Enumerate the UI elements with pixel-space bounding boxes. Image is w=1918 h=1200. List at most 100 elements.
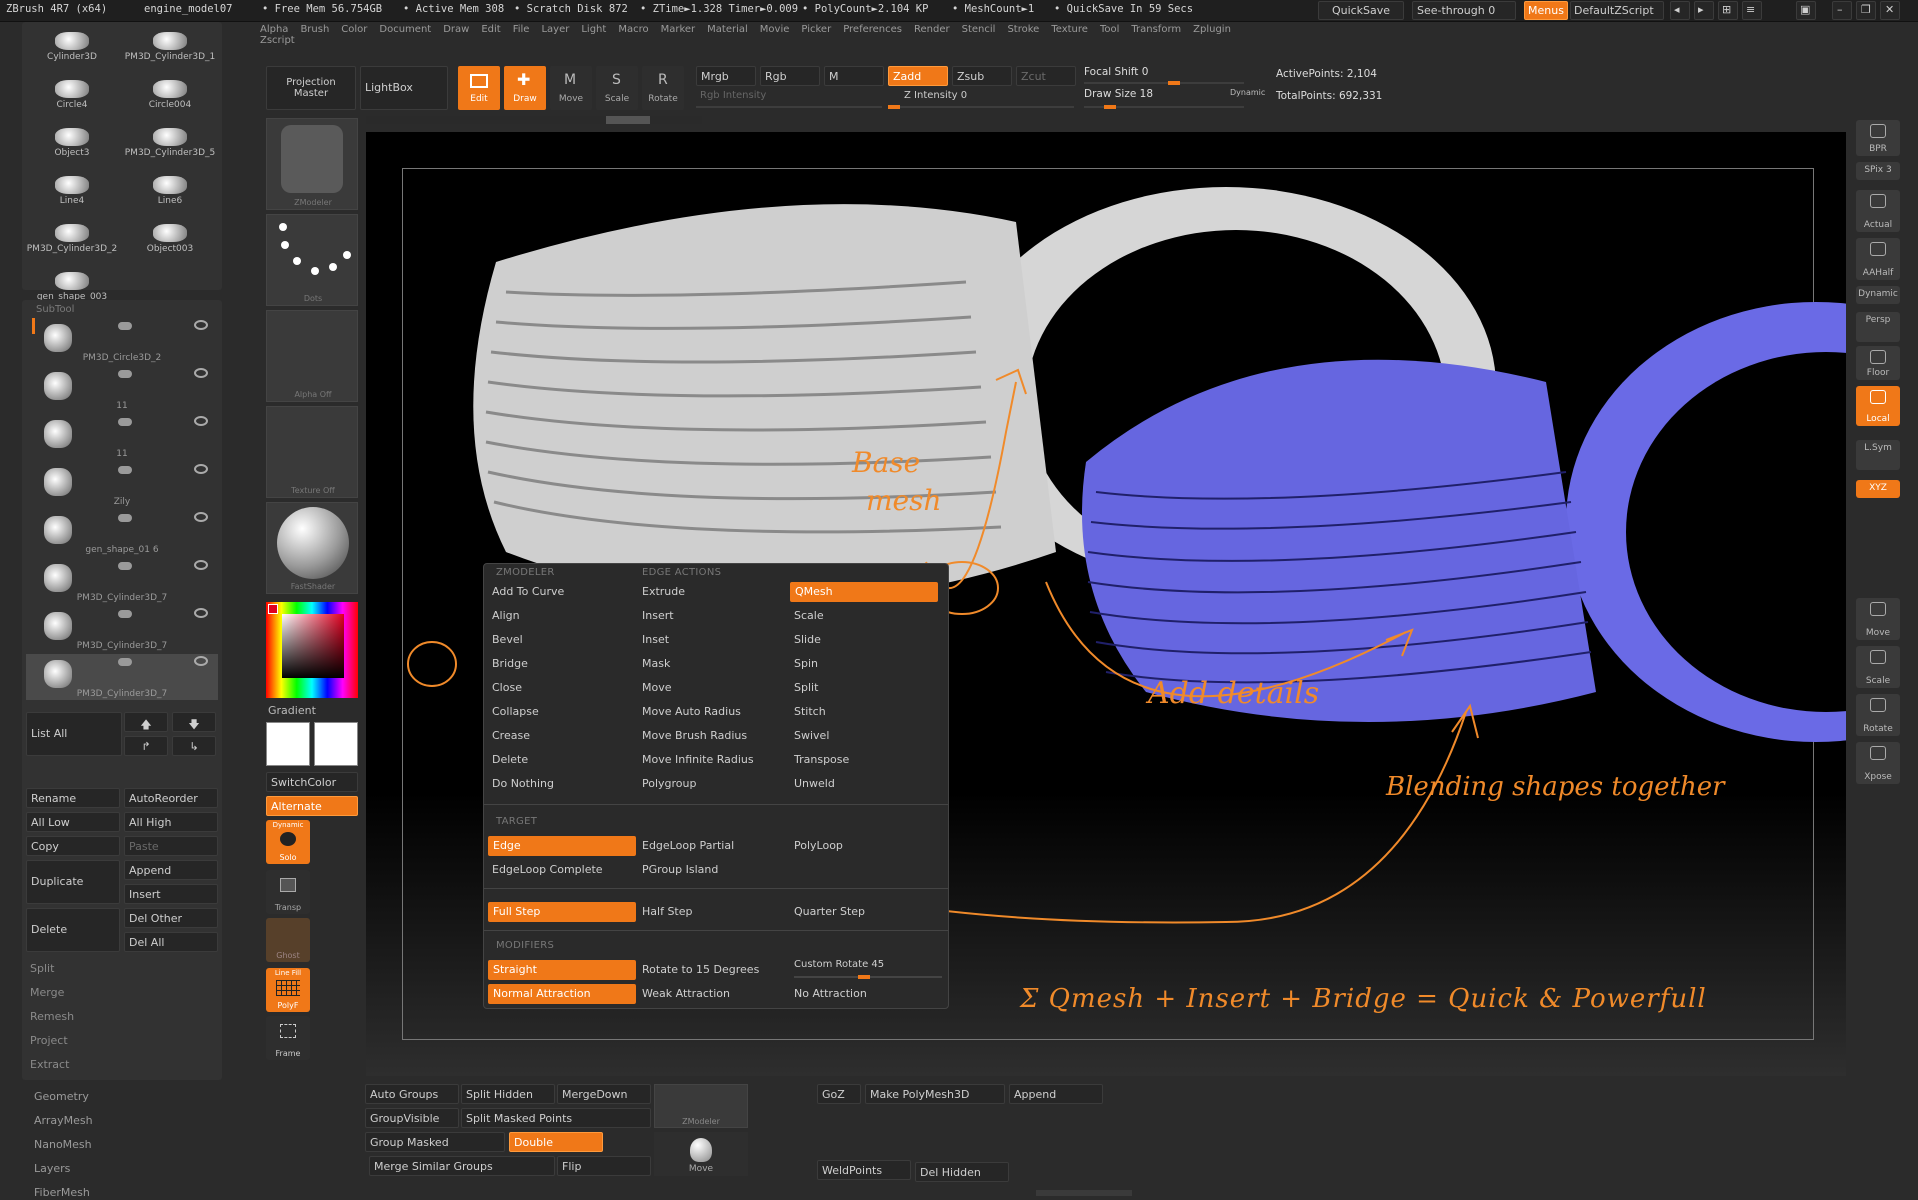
zmodeler-brush-thumb[interactable]: ZModeler bbox=[654, 1084, 748, 1128]
zmodeler-action-collapse[interactable]: Collapse bbox=[492, 705, 539, 718]
target-pgroup-island[interactable]: PGroup Island bbox=[642, 863, 718, 876]
menu-zplugin[interactable]: Zplugin bbox=[1193, 24, 1231, 35]
flip-button[interactable]: Flip bbox=[557, 1156, 651, 1176]
zmodeler-action-stitch[interactable]: Stitch bbox=[794, 705, 826, 718]
right-shelf-local[interactable]: Local bbox=[1856, 386, 1900, 426]
m-button[interactable]: M bbox=[824, 66, 884, 86]
menu-picker[interactable]: Picker bbox=[801, 24, 831, 35]
delete-button[interactable]: Delete bbox=[26, 908, 120, 952]
right-shelf-xyz[interactable]: XYZ bbox=[1856, 480, 1900, 498]
menu-marker[interactable]: Marker bbox=[661, 24, 696, 35]
menu-draw[interactable]: Draw bbox=[443, 24, 469, 35]
texture-slot[interactable]: Texture Off bbox=[266, 406, 358, 498]
zmodeler-brush-slot[interactable]: ZModeler bbox=[266, 118, 358, 210]
remesh-section[interactable]: Remesh bbox=[30, 1010, 74, 1023]
subtool-item[interactable]: Zily bbox=[26, 462, 218, 508]
menu-brush[interactable]: Brush bbox=[300, 24, 329, 35]
alternate-button[interactable]: Alternate bbox=[266, 796, 358, 816]
menu-stroke[interactable]: Stroke bbox=[1007, 24, 1039, 35]
weldpoints-button[interactable]: WeldPoints bbox=[817, 1160, 911, 1180]
autoreorder-button[interactable]: AutoReorder bbox=[124, 788, 218, 808]
secondary-color-swatch[interactable] bbox=[314, 722, 358, 766]
visibility-eye-icon[interactable] bbox=[194, 656, 208, 666]
move-out-icon[interactable]: ↳ bbox=[172, 736, 216, 756]
right-shelf-persp[interactable]: Persp bbox=[1856, 312, 1900, 342]
mergedown-button[interactable]: MergeDown bbox=[557, 1084, 651, 1104]
color-picker[interactable] bbox=[266, 602, 358, 698]
modifier-weak-attraction[interactable]: Weak Attraction bbox=[642, 987, 730, 1000]
menu-document[interactable]: Document bbox=[379, 24, 431, 35]
polypaint-toggle-icon[interactable] bbox=[118, 466, 132, 474]
prev-icon[interactable]: ◂ bbox=[1670, 1, 1690, 20]
rgb-button[interactable]: Rgb bbox=[760, 66, 820, 86]
active-color-swatch[interactable] bbox=[268, 604, 278, 614]
zsub-button[interactable]: Zsub bbox=[952, 66, 1012, 86]
menu-alpha[interactable]: Alpha bbox=[260, 24, 288, 35]
split-hidden-button[interactable]: Split Hidden bbox=[461, 1084, 555, 1104]
polypaint-toggle-icon[interactable] bbox=[118, 322, 132, 330]
copy-button[interactable]: Copy bbox=[26, 836, 120, 856]
subtool-header[interactable]: SubTool bbox=[36, 304, 74, 315]
half-step-option[interactable]: Half Step bbox=[642, 905, 692, 918]
stroke-dots-slot[interactable]: Dots bbox=[266, 214, 358, 306]
list-all-button[interactable]: List All bbox=[26, 712, 122, 756]
modifier-rotate-15[interactable]: Rotate to 15 Degrees bbox=[642, 963, 759, 976]
zmodeler-action-bevel[interactable]: Bevel bbox=[492, 633, 523, 646]
tool-thumb[interactable]: Line4 bbox=[24, 172, 120, 216]
right-shelf-xpose[interactable]: Xpose bbox=[1856, 742, 1900, 784]
all-high-button[interactable]: All High bbox=[124, 812, 218, 832]
tool-thumb[interactable]: PM3D_Cylinder3D_5 bbox=[122, 124, 218, 168]
switchcolor-button[interactable]: SwitchColor bbox=[266, 772, 358, 792]
right-shelf-dynamic[interactable]: Dynamic bbox=[1856, 286, 1900, 304]
lock-icon[interactable]: ▣ bbox=[1796, 1, 1816, 20]
move-in-icon[interactable]: ↱ bbox=[124, 736, 168, 756]
alpha-slot[interactable]: Alpha Off bbox=[266, 310, 358, 402]
project-section[interactable]: Project bbox=[30, 1034, 68, 1047]
duplicate-button[interactable]: Duplicate bbox=[26, 860, 120, 904]
solo-button[interactable]: Dynamic Solo bbox=[266, 820, 310, 864]
zmodeler-action-delete[interactable]: Delete bbox=[492, 753, 528, 766]
menu-edit[interactable]: Edit bbox=[481, 24, 500, 35]
visibility-eye-icon[interactable] bbox=[194, 320, 208, 330]
target-edgeloop-partial[interactable]: EdgeLoop Partial bbox=[642, 839, 734, 852]
subtool-item[interactable]: PM3D_Circle3D_2 bbox=[26, 318, 218, 364]
insert-button[interactable]: Insert bbox=[124, 884, 218, 904]
menu-color[interactable]: Color bbox=[341, 24, 367, 35]
section-fibermesh[interactable]: FiberMesh bbox=[34, 1186, 90, 1199]
zmodeler-action-scale[interactable]: Scale bbox=[794, 609, 824, 622]
menu-movie[interactable]: Movie bbox=[760, 24, 790, 35]
right-shelf-move[interactable]: Move bbox=[1856, 598, 1900, 640]
material-slot[interactable]: FastShader bbox=[266, 502, 358, 594]
target-edge[interactable]: Edge bbox=[488, 836, 636, 856]
extract-section[interactable]: Extract bbox=[30, 1058, 69, 1071]
zmodeler-action-close[interactable]: Close bbox=[492, 681, 522, 694]
zmodeler-action-move-infinite-radius[interactable]: Move Infinite Radius bbox=[642, 753, 754, 766]
zmodeler-action-insert[interactable]: Insert bbox=[642, 609, 674, 622]
zmodeler-action-swivel[interactable]: Swivel bbox=[794, 729, 829, 742]
close-icon[interactable]: ✕ bbox=[1880, 1, 1900, 20]
zmodeler-action-move-auto-radius[interactable]: Move Auto Radius bbox=[642, 705, 741, 718]
zadd-button[interactable]: Zadd bbox=[888, 66, 948, 86]
layout-icon[interactable]: ⊞ bbox=[1718, 1, 1738, 20]
move-button[interactable]: M Move bbox=[550, 66, 592, 110]
right-shelf-rotate[interactable]: Rotate bbox=[1856, 694, 1900, 736]
all-low-button[interactable]: All Low bbox=[26, 812, 120, 832]
subtool-item[interactable]: PM3D_Cylinder3D_7 bbox=[26, 558, 218, 604]
scale-button[interactable]: S Scale bbox=[596, 66, 638, 110]
polypaint-toggle-icon[interactable] bbox=[118, 610, 132, 618]
menu-layer[interactable]: Layer bbox=[541, 24, 569, 35]
focal-shift-slider[interactable]: Focal Shift 0 bbox=[1084, 66, 1148, 78]
subtool-item[interactable]: gen_shape_01 6 bbox=[26, 510, 218, 556]
paste-button[interactable]: Paste bbox=[124, 836, 218, 856]
right-shelf-floor[interactable]: Floor bbox=[1856, 346, 1900, 380]
zmodeler-action-crease[interactable]: Crease bbox=[492, 729, 530, 742]
visibility-eye-icon[interactable] bbox=[194, 416, 208, 426]
transp-button[interactable]: Transp bbox=[266, 870, 310, 914]
zmodeler-action-add-to-curve[interactable]: Add To Curve bbox=[492, 585, 564, 598]
menu-stencil[interactable]: Stencil bbox=[962, 24, 996, 35]
dynamic-toggle[interactable]: Dynamic bbox=[1230, 88, 1265, 97]
modifier-custom-rotate[interactable]: Custom Rotate 45 bbox=[794, 959, 884, 970]
visibility-eye-icon[interactable] bbox=[194, 560, 208, 570]
z-intensity-slider[interactable]: Z Intensity 0 bbox=[904, 90, 967, 101]
modifier-straight[interactable]: Straight bbox=[488, 960, 636, 980]
